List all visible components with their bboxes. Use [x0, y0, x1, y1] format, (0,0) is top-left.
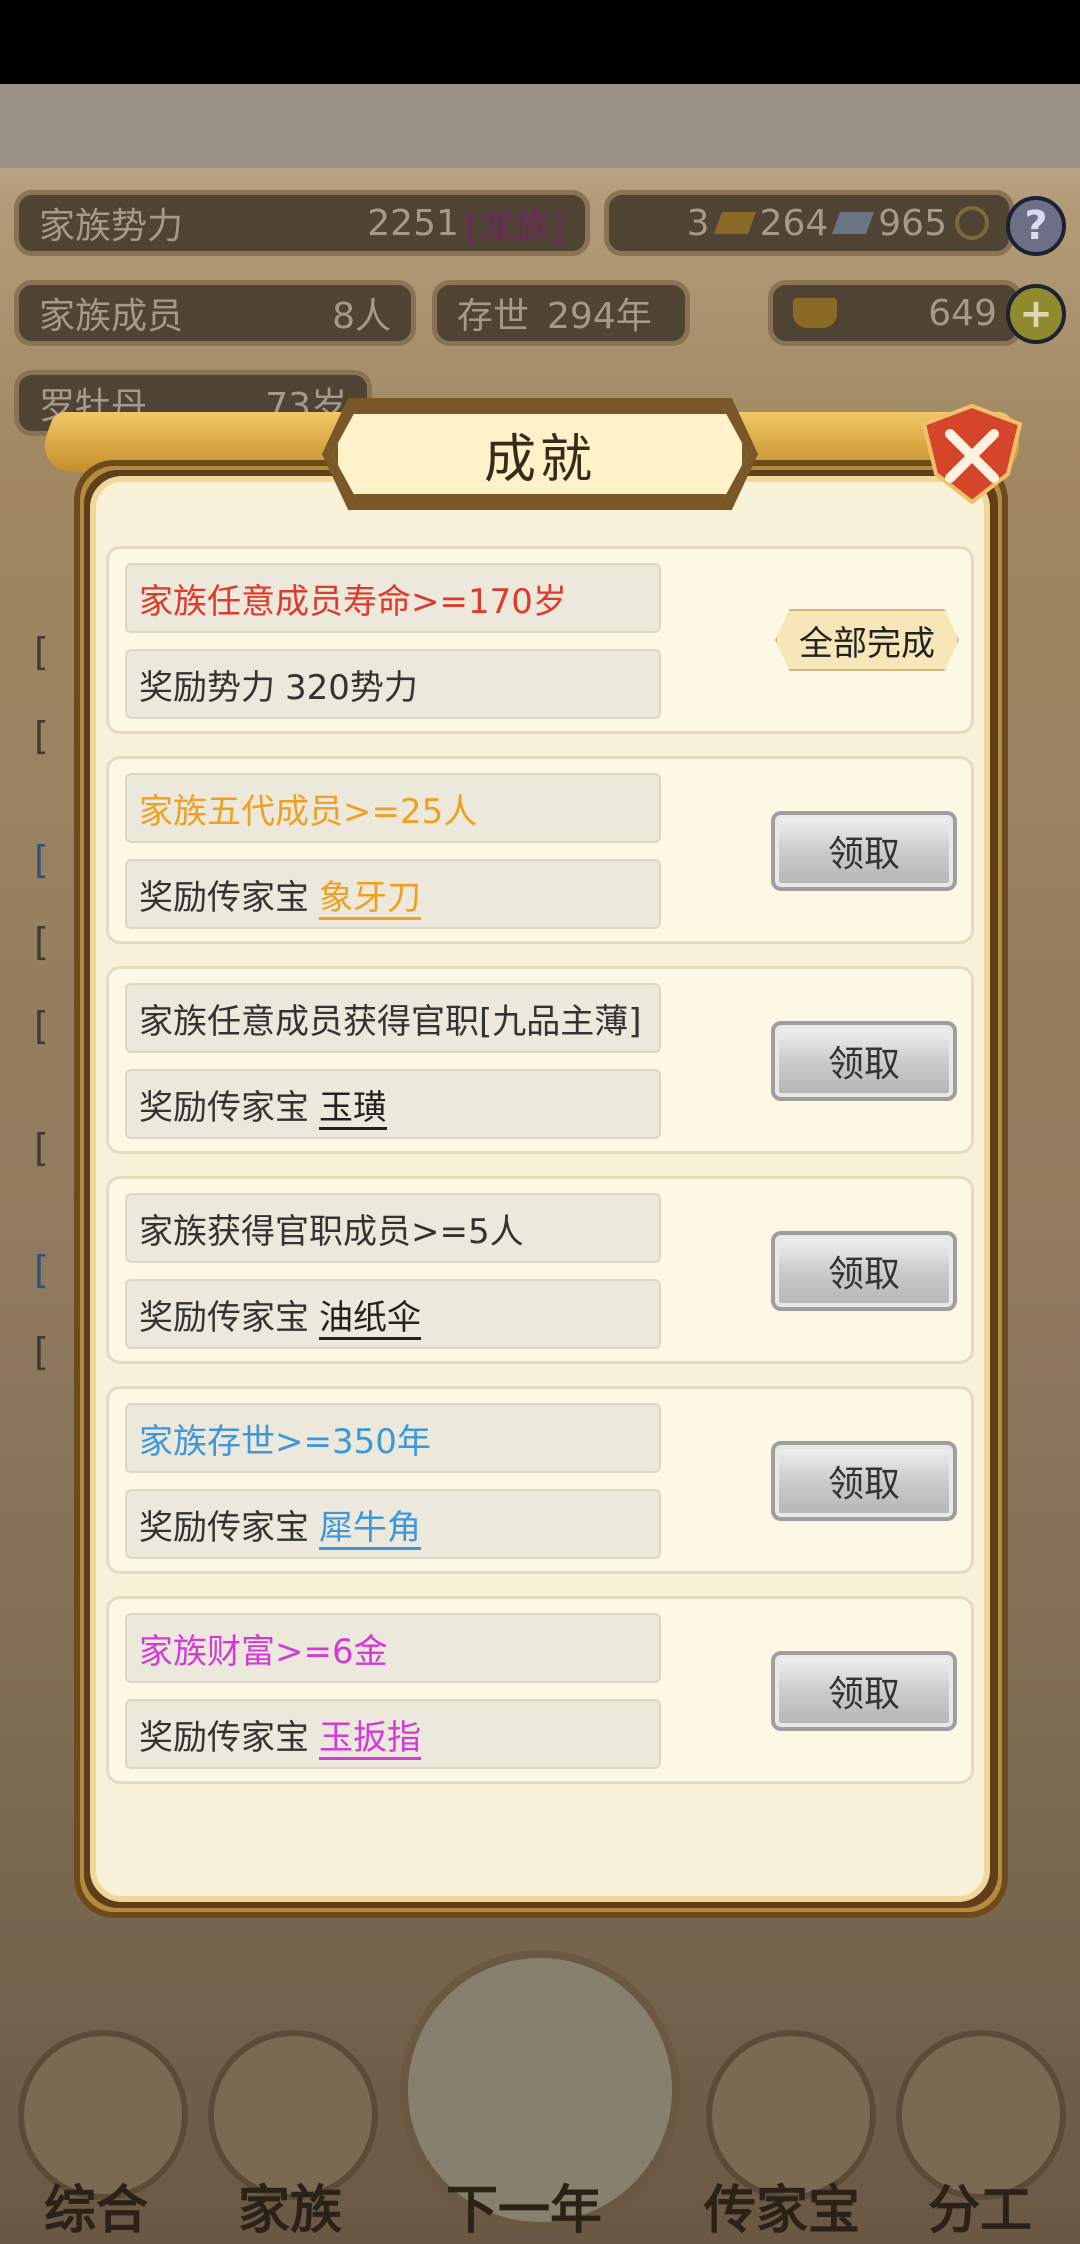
claim-button[interactable]: 领取 [771, 1441, 957, 1521]
reward-item-link[interactable]: 油纸伞 [319, 1290, 421, 1339]
add-gold-button[interactable]: + [1006, 284, 1066, 344]
help-button[interactable]: ? [1006, 196, 1066, 256]
currency-pill: 3 264 965 [604, 190, 1014, 256]
top-band [0, 84, 1080, 168]
claim-button[interactable]: 领取 [771, 1651, 957, 1731]
condition-text: 家族五代成员>=25人 [139, 791, 478, 832]
achievement-reward: 奖励传家宝 象牙刀 [125, 859, 661, 929]
condition-text: 家族存世>=350年 [139, 1421, 431, 1462]
nav-family-label[interactable]: 家族 [238, 2168, 342, 2243]
achievement-reward: 奖励传家宝 玉璜 [125, 1069, 661, 1139]
family-power-pill: 家族势力 2251 [龙族] [14, 190, 590, 256]
achievement-card: 家族存世>=350年 奖励传家宝 犀牛角 领取 [106, 1386, 974, 1574]
log-fragment: [ [34, 630, 49, 674]
log-fragment: [ [34, 1126, 49, 1170]
condition-text: 家族财富>=6金 [139, 1631, 388, 1672]
title-plate: 成就 [332, 408, 748, 500]
achievement-condition: 家族财富>=6金 [125, 1613, 661, 1683]
family-members-pill: 家族成员 8人 [14, 280, 416, 346]
reward-item-link[interactable]: 象牙刀 [319, 870, 421, 919]
log-fragment: [ [34, 714, 49, 758]
achievement-card: 家族任意成员寿命>=170岁 奖励势力 320势力 全部完成 [106, 546, 974, 734]
achievement-card: 家族五代成员>=25人 奖励传家宝 象牙刀 领取 [106, 756, 974, 944]
reward-prefix: 奖励传家宝 [139, 1507, 309, 1548]
nav-heirloom-label[interactable]: 传家宝 [704, 2168, 860, 2243]
condition-text: 家族任意成员获得官职[九品主薄] [139, 1001, 642, 1042]
log-fragment: [ [34, 838, 49, 882]
achievement-card: 家族任意成员获得官职[九品主薄] 奖励传家宝 玉璜 领取 [106, 966, 974, 1154]
reward-item-link[interactable]: 玉璜 [319, 1080, 387, 1129]
coin-icon [955, 206, 989, 240]
status-bar [0, 0, 1080, 84]
close-button[interactable] [921, 403, 1023, 505]
gold-bar-icon [713, 212, 756, 234]
currency-c-value: 965 [878, 202, 947, 244]
log-fragment: [ [34, 1330, 49, 1374]
condition-text: 家族任意成员寿命>=170岁 [139, 581, 567, 622]
reward-item-link[interactable]: 犀牛角 [319, 1500, 421, 1549]
reward-prefix: 奖励传家宝 [139, 1087, 309, 1128]
existence-value: 294年 [547, 296, 652, 337]
claim-button[interactable]: 领取 [771, 811, 957, 891]
existence-pill: 存世 294年 [432, 280, 690, 346]
reward-item: 320势力 [285, 667, 418, 708]
family-power-value: 2251 [367, 202, 459, 244]
claim-button[interactable]: 领取 [771, 1021, 957, 1101]
close-icon [921, 403, 1023, 505]
achievement-condition: 家族任意成员寿命>=170岁 [125, 563, 661, 633]
completed-tag: 全部完成 [775, 609, 959, 671]
family-members-value: 8人 [332, 296, 391, 337]
reward-prefix: 奖励传家宝 [139, 1717, 309, 1758]
family-power-label: 家族势力 [39, 206, 184, 247]
nav-overview-label[interactable]: 综合 [44, 2168, 148, 2243]
log-fragment: [ [34, 1004, 49, 1048]
silver-bar-icon [832, 212, 875, 234]
achievement-card: 家族财富>=6金 奖励传家宝 玉扳指 领取 [106, 1596, 974, 1784]
gold-pill: 649 [768, 280, 1022, 346]
reward-prefix: 奖励势力 [139, 667, 275, 708]
achievement-reward: 奖励势力 320势力 [125, 649, 661, 719]
achievement-card: 家族获得官职成员>=5人 奖励传家宝 油纸伞 领取 [106, 1176, 974, 1364]
condition-text: 家族获得官职成员>=5人 [139, 1211, 524, 1252]
family-power-rank: [龙族] [464, 206, 565, 247]
nav-next-year-label[interactable]: 下一年 [446, 2168, 602, 2243]
nav-assignment-label[interactable]: 分工 [928, 2168, 1032, 2243]
achievement-condition: 家族存世>=350年 [125, 1403, 661, 1473]
log-fragment: [ [34, 1248, 49, 1292]
achievement-reward: 奖励传家宝 油纸伞 [125, 1279, 661, 1349]
currency-a-value: 3 [686, 202, 710, 244]
gold-value: 649 [928, 292, 997, 334]
existence-label: 存世 [457, 296, 530, 337]
reward-prefix: 奖励传家宝 [139, 1297, 309, 1338]
achievement-condition: 家族五代成员>=25人 [125, 773, 661, 843]
family-members-label: 家族成员 [39, 296, 184, 337]
achievement-reward: 奖励传家宝 犀牛角 [125, 1489, 661, 1559]
currency-b-value: 264 [759, 202, 829, 244]
achievement-condition: 家族任意成员获得官职[九品主薄] [125, 983, 661, 1053]
claim-button[interactable]: 领取 [771, 1231, 957, 1311]
ingot-icon [793, 298, 837, 328]
achievement-condition: 家族获得官职成员>=5人 [125, 1193, 661, 1263]
reward-prefix: 奖励传家宝 [139, 877, 309, 918]
log-fragment: [ [34, 920, 49, 964]
achievement-reward: 奖励传家宝 玉扳指 [125, 1699, 661, 1769]
reward-item-link[interactable]: 玉扳指 [319, 1710, 421, 1759]
dialog-title: 成就 [483, 429, 596, 490]
